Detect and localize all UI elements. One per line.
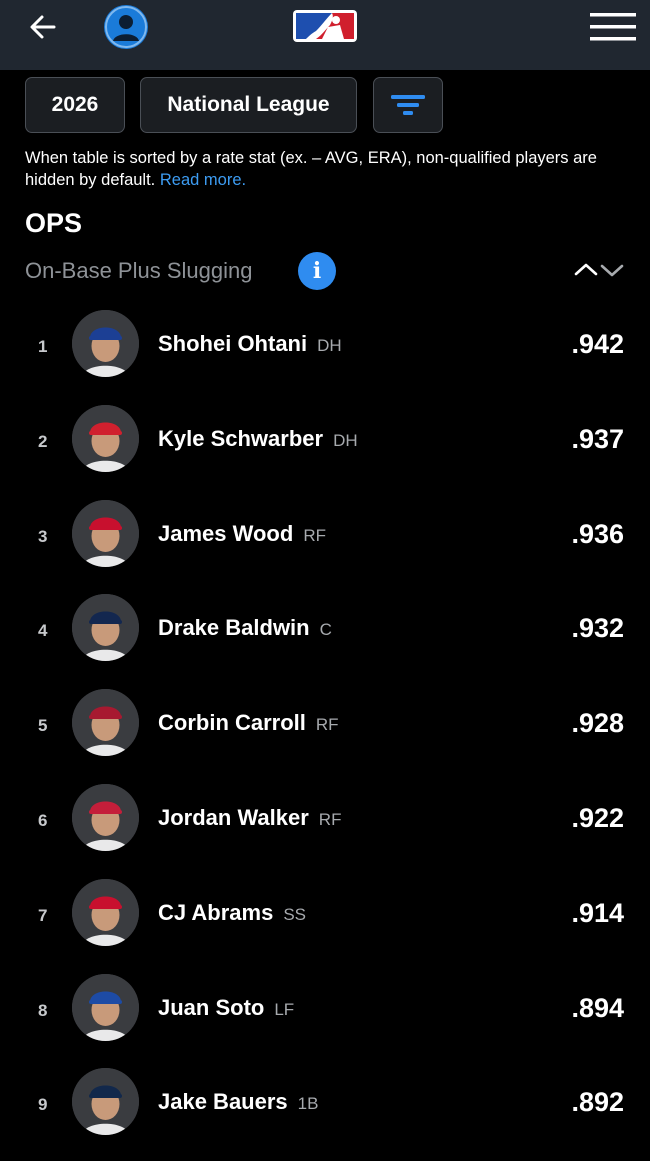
stat-value: .942 [571,329,624,359]
hamburger-menu-icon [590,13,636,41]
player-position: RF [303,525,326,545]
stat-full-name: On-Base Plus Slugging [25,258,253,283]
player-rank: 2 [38,431,48,451]
top-nav-bar [0,0,650,70]
mlb-logo-icon [293,10,357,42]
player-headshot-icon [72,689,139,757]
player-name-block: Drake Baldwin C [158,615,332,641]
player-rank: 8 [38,1000,48,1020]
player-name-block: James Wood RF [158,521,326,547]
player-headshot[interactable] [72,878,139,946]
player-name-link[interactable]: Drake Baldwin [158,615,310,640]
season-select[interactable]: 2026 [25,77,125,133]
arrow-left-icon [30,15,56,39]
player-name-block: CJ Abrams SS [158,900,306,926]
player-name-block: Corbin Carroll RF [158,710,339,736]
player-rank: 1 [38,337,48,356]
player-name-block: Jordan Walker RF [158,805,341,831]
info-button[interactable]: i [298,252,336,290]
stat-value: .894 [571,992,624,1023]
player-name-link[interactable]: CJ Abrams [158,900,273,925]
info-icon: i [312,258,322,284]
player-row[interactable]: 5 Corbin Carroll RF .928 [0,679,650,774]
player-headshot-icon [72,973,139,1041]
player-position: LF [274,999,295,1019]
player-headshot-icon [72,310,139,377]
player-headshot[interactable] [72,784,139,851]
player-name-link[interactable]: Corbin Carroll [158,710,306,735]
player-row[interactable]: 2 Kyle Schwarber DH .937 [0,395,650,490]
filter-button[interactable] [373,77,443,133]
player-row[interactable]: 1 Shohei Ohtani DH .942 [0,300,650,395]
filter-icon [391,95,425,115]
player-headshot[interactable] [72,404,139,472]
player-name-link[interactable]: Kyle Schwarber [158,426,323,451]
player-name-link[interactable]: Jake Bauers [158,1089,288,1114]
player-headshot[interactable] [72,310,139,377]
player-name-link[interactable]: Juan Soto [158,995,264,1020]
player-headshot-icon [72,499,139,567]
player-position: RF [315,715,339,735]
stat-value: .936 [571,518,624,549]
player-headshot[interactable] [72,499,139,567]
player-position: SS [283,904,307,924]
player-row[interactable]: 9 Jake Bauers 1B .892 [0,1058,650,1153]
player-position: 1B [297,1094,319,1114]
player-headshot[interactable] [72,973,139,1041]
player-row[interactable]: 8 Juan Soto LF .894 [0,964,650,1059]
player-rank: 4 [38,621,48,641]
player-headshot-icon [72,1068,139,1136]
player-position: RF [318,810,342,829]
player-name-link[interactable]: James Wood [158,521,293,546]
player-headshot[interactable] [72,1068,139,1136]
user-avatar-icon [105,6,147,48]
player-headshot-icon [72,404,139,472]
season-label: 2026 [51,93,99,116]
league-select[interactable]: National League [140,77,357,133]
player-name-block: Kyle Schwarber DH [158,426,358,452]
player-name-block: Jake Bauers 1B [158,1089,318,1115]
qualification-note: When table is sorted by a rate stat (ex.… [25,147,615,191]
player-row[interactable]: 3 James Wood RF .936 [0,490,650,585]
player-headshot[interactable] [72,689,139,757]
sort-toggle-button[interactable] [574,260,624,280]
stat-title: OPS [25,208,83,238]
stat-value: .892 [571,1087,624,1118]
user-avatar-button[interactable] [104,5,148,49]
stat-value: .937 [571,423,624,454]
player-headshot-icon [72,784,139,851]
player-headshot-icon [72,594,139,662]
player-position: DH [317,336,342,355]
player-row[interactable]: 4 Drake Baldwin C .932 [0,584,650,679]
filter-bar: 2026 National League [0,77,650,133]
player-row[interactable]: 6 Jordan Walker RF .922 [0,774,650,869]
player-rank: 6 [38,811,48,830]
player-rank: 3 [38,526,48,546]
menu-button[interactable] [590,13,636,41]
player-rank: 5 [38,716,48,736]
player-name-link[interactable]: Jordan Walker [158,805,309,830]
player-headshot[interactable] [72,594,139,662]
stat-value: .922 [571,803,624,833]
player-rank: 9 [38,1095,48,1115]
player-row[interactable]: 7 CJ Abrams SS .914 [0,869,650,964]
player-name-block: Shohei Ohtani DH [158,331,342,357]
note-text: When table is sorted by a rate stat (ex.… [25,149,597,189]
player-rank: 7 [38,905,48,925]
stat-value: .932 [571,613,624,644]
player-name-block: Juan Soto LF [158,995,294,1021]
player-position: C [319,620,332,640]
stat-value: .914 [571,897,624,928]
read-more-link[interactable]: Read more. [160,171,246,189]
player-name-link[interactable]: Shohei Ohtani [158,331,307,356]
stat-value: .928 [571,708,624,739]
mlb-logo[interactable] [292,9,358,43]
player-position: DH [333,430,358,450]
back-button[interactable] [28,12,58,42]
player-headshot-icon [72,878,139,946]
league-label: National League [167,93,330,116]
sort-toggle-icon [574,263,624,277]
